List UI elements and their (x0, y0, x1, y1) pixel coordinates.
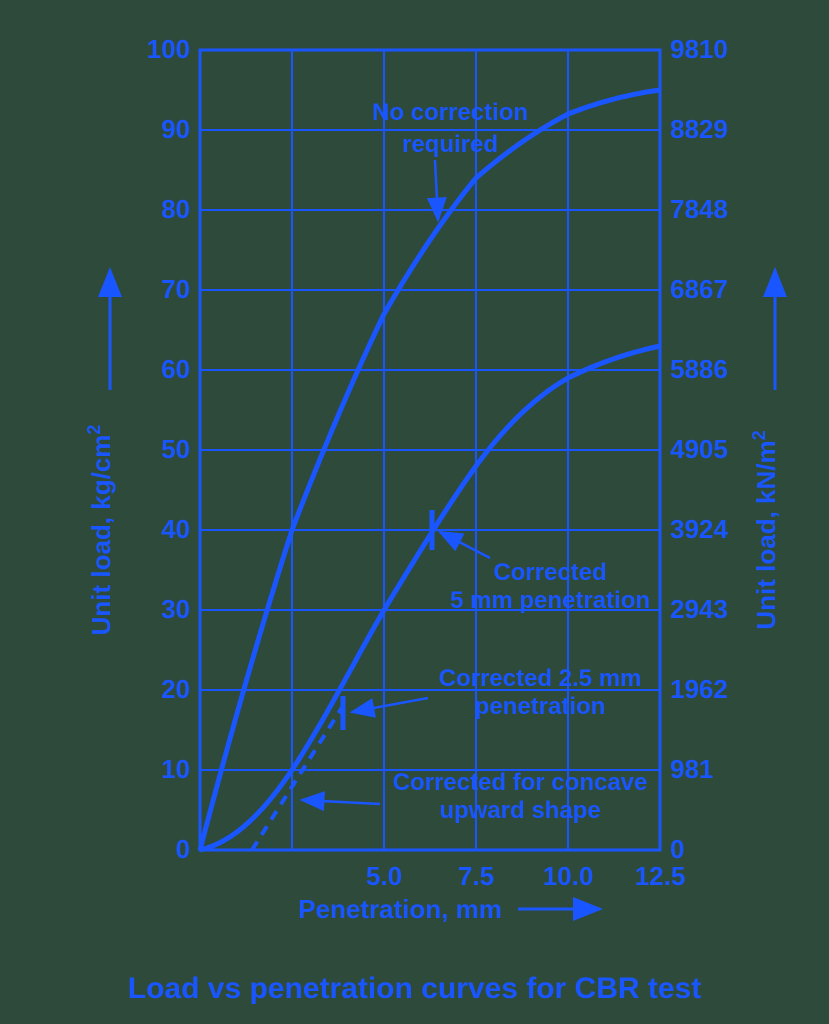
xtick-10: 10.0 (543, 861, 594, 891)
annotation-no-correction-2: required (402, 131, 498, 158)
annotation-corr25-arrow-icon (352, 698, 428, 712)
annotation-corr25-2: penetration (475, 693, 606, 720)
curve-no-correction (200, 90, 660, 850)
ytick-left-60: 60 (161, 354, 190, 384)
ytick-left-70: 70 (161, 274, 190, 304)
annotation-concave-1: Corrected for concave (393, 769, 648, 796)
ytick-left-100: 100 (147, 34, 190, 64)
annotation-no-correction-1: No correction (372, 99, 528, 126)
ytick-right-9810: 9810 (670, 34, 728, 64)
xtick-12.5: 12.5 (635, 861, 686, 891)
chart-caption: Load vs penetration curves for CBR test (0, 972, 829, 1006)
y-axis-left-label: Unit load, kg/cm2 (84, 425, 116, 636)
ytick-left-10: 10 (161, 754, 190, 784)
ytick-left-90: 90 (161, 114, 190, 144)
ytick-right-2943: 2943 (670, 594, 728, 624)
x-axis-label: Penetration, mm (298, 894, 502, 924)
ytick-left-80: 80 (161, 194, 190, 224)
annotation-concave-2: upward shape (439, 797, 600, 824)
annotation-concave-arrow-icon (302, 800, 380, 804)
ytick-left-40: 40 (161, 514, 190, 544)
annotation-corr5-1: Corrected (493, 559, 606, 586)
ytick-left-20: 20 (161, 674, 190, 704)
ytick-right-5886: 5886 (670, 354, 728, 384)
annotation-corr5-arrow-icon (440, 532, 490, 558)
ytick-right-1962: 1962 (670, 674, 728, 704)
ytick-right-0: 0 (670, 834, 684, 864)
ytick-left-0: 0 (176, 834, 190, 864)
correction-tangent (252, 706, 343, 850)
ytick-right-8829: 8829 (670, 114, 728, 144)
xtick-7.5: 7.5 (458, 861, 494, 891)
ytick-left-50: 50 (161, 434, 190, 464)
y-axis-right-label: Unit load, kN/m2 (749, 430, 781, 629)
ytick-right-981: 981 (670, 754, 713, 784)
ytick-left-30: 30 (161, 594, 190, 624)
cbr-load-penetration-chart: 0 10 20 30 40 50 60 70 80 90 100 0 981 1… (40, 10, 800, 970)
annotation-corr25-1: Corrected 2.5 mm (439, 665, 642, 692)
xtick-5: 5.0 (366, 861, 402, 891)
ytick-right-3924: 3924 (670, 514, 728, 544)
annotation-corr5-2: 5 mm penetration (450, 587, 650, 614)
ytick-right-7848: 7848 (670, 194, 728, 224)
ytick-right-6867: 6867 (670, 274, 728, 304)
ytick-right-4905: 4905 (670, 434, 728, 464)
